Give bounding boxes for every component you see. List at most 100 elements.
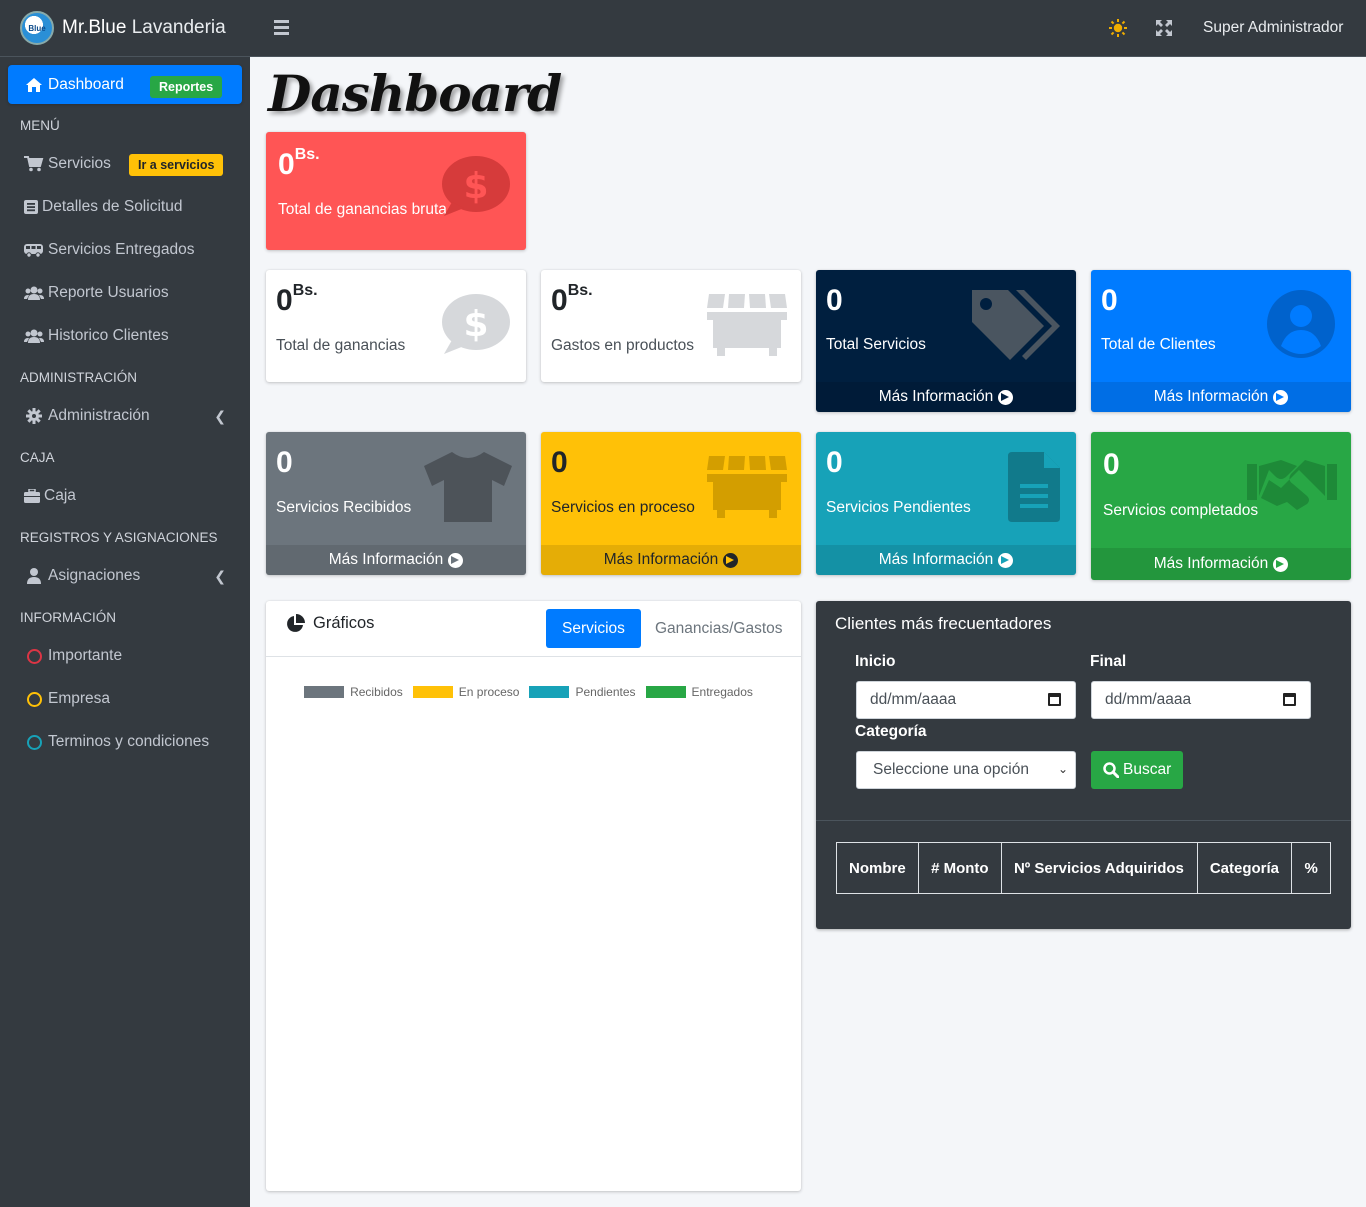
more-info-link[interactable]: Más Información [1091, 382, 1351, 412]
card-header: Gráficos Servicios Ganancias/Gastos [266, 601, 801, 657]
clientes-card: Clientes más frecuentadores Inicio Final… [816, 601, 1351, 929]
arrow-circle-right-icon [448, 552, 464, 568]
sidebar-item-entregados[interactable]: Servicios Entregados [8, 230, 242, 270]
date-placeholder: dd/mm/aaaa [1105, 691, 1192, 708]
box-total-servicios: 0 Total Servicios Más Información [816, 270, 1076, 412]
sun-icon[interactable] [1109, 19, 1127, 37]
sidebar-item-dashboard[interactable]: Dashboard Reportes [8, 65, 242, 104]
arrow-circle-right-icon [998, 389, 1014, 405]
chevron-down-icon: ⌄ [1057, 762, 1068, 776]
box-label: Total Servicios [826, 336, 926, 353]
circle-danger-icon [24, 648, 44, 664]
sidebar-item-terminos[interactable]: Terminos y condiciones [8, 722, 242, 762]
column-header[interactable]: Categoría [1196, 842, 1293, 894]
list-box-icon [24, 200, 38, 214]
dumpster-icon [707, 294, 787, 361]
column-header[interactable]: Nº Servicios Adquiridos [1000, 842, 1198, 894]
calendar-icon[interactable] [1048, 693, 1061, 706]
logo-text: Blue [28, 23, 46, 33]
more-info-label: Más Información [878, 551, 994, 568]
sidebar-item-label: Importante [48, 647, 123, 664]
box-total-clientes: 0 Total de Clientes Más Información [1091, 270, 1351, 412]
more-info-link[interactable]: Más Información [816, 545, 1076, 575]
nav-header-admin: ADMINISTRACIÓN [20, 370, 138, 385]
brand-name-light: Lavanderia [131, 17, 226, 38]
more-info-label: Más Información [1153, 555, 1269, 572]
cart-icon [24, 156, 44, 172]
legend-label: Pendientes [575, 685, 636, 699]
more-info-link[interactable]: Más Información [816, 382, 1076, 412]
sidebar-item-label: Reporte Usuarios [48, 284, 169, 301]
sidebar-item-importante[interactable]: Importante [8, 636, 242, 676]
sidebar-item-historico[interactable]: Historico Clientes [8, 316, 242, 356]
column-header[interactable]: % [1291, 842, 1331, 894]
chart-legend: Recibidos En proceso Pendientes Entregados [266, 685, 801, 699]
users-icon [24, 328, 44, 344]
nav-header-menu: MENÚ [20, 118, 60, 133]
brand-name: Mr.Blue Lavanderia [62, 17, 226, 39]
buscar-button[interactable]: Buscar [1091, 751, 1184, 789]
categoria-label: Categoría [855, 723, 927, 740]
arrow-circle-right-icon [1273, 556, 1289, 572]
graficos-card: Gráficos Servicios Ganancias/Gastos Reci… [266, 601, 801, 1191]
more-info-label: Más Información [328, 551, 444, 568]
legend-item[interactable]: Recibidos [304, 685, 403, 699]
inicio-date-input[interactable]: dd/mm/aaaa [856, 681, 1076, 719]
dollar-comment-icon: $ [440, 292, 512, 361]
dumpster-icon [707, 456, 787, 523]
legend-item[interactable]: Pendientes [529, 685, 636, 699]
ir-servicios-badge[interactable]: Ir a servicios [129, 154, 224, 176]
column-header[interactable]: # Monto [918, 842, 1002, 894]
box-value: 0Bs. [551, 282, 593, 317]
home-icon [24, 77, 44, 93]
legend-swatch [304, 686, 345, 698]
more-info-link[interactable]: Más Información [541, 545, 801, 575]
brand-link[interactable]: Blue Mr.Blue Lavanderia [0, 0, 250, 57]
sidebar-item-detalles[interactable]: Detalles de Solicitud [8, 187, 242, 227]
sidebar-item-label: Servicios [48, 155, 111, 172]
final-date-input[interactable]: dd/mm/aaaa [1091, 681, 1311, 719]
box-ganancias-bruta: 0Bs. Total de ganancias bruta $ [266, 132, 526, 250]
box-pendientes: 0 Servicios Pendientes Más Información [816, 432, 1076, 575]
calendar-icon[interactable] [1283, 693, 1296, 706]
box-label: Servicios Pendientes [826, 499, 971, 516]
legend-item[interactable]: Entregados [645, 685, 753, 699]
column-header[interactable]: Nombre [835, 842, 920, 894]
inicio-label: Inicio [855, 653, 896, 670]
sidebar-nav: Dashboard Reportes MENÚ Servicios Ir a s… [0, 57, 250, 762]
box-value: 0Bs. [276, 282, 318, 317]
fullscreen-icon[interactable] [1156, 20, 1172, 36]
sidebar-item-label: Detalles de Solicitud [42, 198, 183, 215]
sidebar-item-label: Servicios Entregados [48, 241, 195, 258]
date-placeholder: dd/mm/aaaa [870, 691, 957, 708]
arrow-circle-right-icon [723, 552, 739, 568]
box-label: Total de ganancias [276, 337, 406, 354]
tab-ganancias-gastos[interactable]: Ganancias/Gastos [639, 609, 799, 648]
more-info-link[interactable]: Más Información [266, 545, 526, 575]
users-icon [24, 285, 44, 301]
sidebar-item-caja[interactable]: Caja [8, 476, 242, 516]
legend-item[interactable]: En proceso [412, 685, 519, 699]
sidebar-item-empresa[interactable]: Empresa [8, 679, 242, 719]
box-label: Total de Clientes [1101, 336, 1216, 353]
tab-servicios[interactable]: Servicios [546, 609, 641, 648]
sidebar-item-servicios[interactable]: Servicios Ir a servicios [8, 144, 242, 184]
box-value: 0 [826, 284, 843, 317]
box-gastos: 0Bs. Gastos en productos [541, 270, 801, 382]
chart-pie-icon [286, 614, 305, 633]
sidebar-item-label: Terminos y condiciones [48, 733, 210, 750]
hamburger-menu-icon[interactable] [274, 20, 289, 35]
sidebar-item-label: Empresa [48, 690, 111, 707]
topbar: Super Administrador [250, 0, 1366, 57]
sidebar-item-reporte-usuarios[interactable]: Reporte Usuarios [8, 273, 242, 313]
reportes-badge[interactable]: Reportes [150, 76, 223, 98]
sidebar-item-administracion[interactable]: Administración ❮ [8, 396, 242, 436]
more-info-label: Más Información [1153, 388, 1269, 405]
user-menu[interactable]: Super Administrador [1203, 19, 1343, 37]
chart-plot [266, 709, 801, 1189]
sidebar-item-asignaciones[interactable]: Asignaciones ❮ [8, 556, 242, 596]
box-label: Gastos en productos [551, 337, 695, 354]
categoria-select[interactable]: Seleccione una opción ⌄ [856, 751, 1076, 789]
box-label: Servicios en proceso [551, 499, 695, 516]
more-info-link[interactable]: Más Información [1091, 548, 1351, 580]
